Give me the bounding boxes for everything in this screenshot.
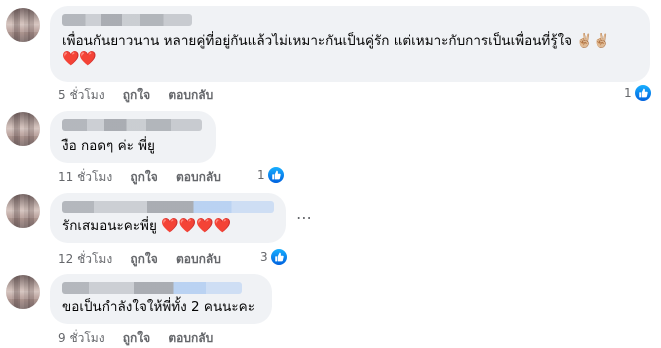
comment-bubble: รักเสมอนะคะพี่ยู ❤️❤️❤️❤️ [50,193,286,243]
comment-bubble: ขอเป็นกำลังใจให้พี่ทั้ง 2 คนนะคะ [50,274,272,324]
commenter-name-blurred[interactable] [62,282,242,294]
thumbs-up-icon [267,167,284,183]
reply-link[interactable]: ตอบกลับ [168,331,213,345]
comment-actions: 5 ชั่วโมง ถูกใจ ตอบกลับ [58,86,227,105]
reaction-number: 1 [257,168,265,182]
comment-text: ขอเป็นกำลังใจให้พี่ทั้ง 2 คนนะคะ [62,299,255,315]
reaction-count[interactable]: 3 [260,249,287,265]
reply-link[interactable]: ตอบกลับ [176,170,221,184]
comment-actions: 12 ชั่วโมง ถูกใจ ตอบกลับ [58,250,235,269]
reaction-count[interactable]: 1 [257,167,284,183]
comment-bubble: งือ กอดๆ ค่ะ พี่ยู [50,111,216,163]
commenter-name-blurred[interactable] [62,119,202,131]
heart-emojis: ❤️❤️ [62,51,97,67]
like-link[interactable]: ถูกใจ [123,88,150,102]
avatar[interactable] [6,194,40,228]
comment-actions: 9 ชั่วโมง ถูกใจ ตอบกลับ [58,329,227,348]
comment-timestamp: 11 ชั่วโมง [58,170,113,184]
reply-link[interactable]: ตอบกลับ [168,88,213,102]
comment-text: รักเสมอนะคะพี่ยู ❤️❤️❤️❤️ [62,217,274,235]
comment-words: รักเสมอนะคะพี่ยู [62,218,157,234]
comment-text: งือ กอดๆ ค่ะ พี่ยู [62,138,155,154]
comment-actions: 11 ชั่วโมง ถูกใจ ตอบกลับ [58,168,235,187]
avatar[interactable] [6,8,40,42]
commenter-name-blurred[interactable] [62,14,192,26]
heart-emojis: ❤️❤️❤️❤️ [161,218,231,234]
reply-link[interactable]: ตอบกลับ [176,252,221,266]
more-horizontal-icon[interactable]: ⋯ [296,208,313,227]
comment-timestamp: 5 ชั่วโมง [58,88,105,102]
comment-text: เพื่อนกันยาวนาน หลายคู่ที่อยู่กันแล้วไม่… [62,33,610,49]
avatar[interactable] [6,112,40,146]
like-link[interactable]: ถูกใจ [130,252,157,266]
comment-timestamp: 9 ชั่วโมง [58,331,105,345]
reaction-number: 1 [624,86,632,100]
like-link[interactable]: ถูกใจ [130,170,157,184]
thumbs-up-icon [270,249,287,265]
reaction-number: 3 [260,250,268,264]
commenter-name-blurred[interactable] [62,201,274,213]
comment-bubble: เพื่อนกันยาวนาน หลายคู่ที่อยู่กันแล้วไม่… [50,6,650,82]
comment-timestamp: 12 ชั่วโมง [58,252,113,266]
avatar[interactable] [6,275,40,309]
like-link[interactable]: ถูกใจ [123,331,150,345]
thumbs-up-icon [634,85,651,101]
reaction-count[interactable]: 1 [624,85,651,101]
